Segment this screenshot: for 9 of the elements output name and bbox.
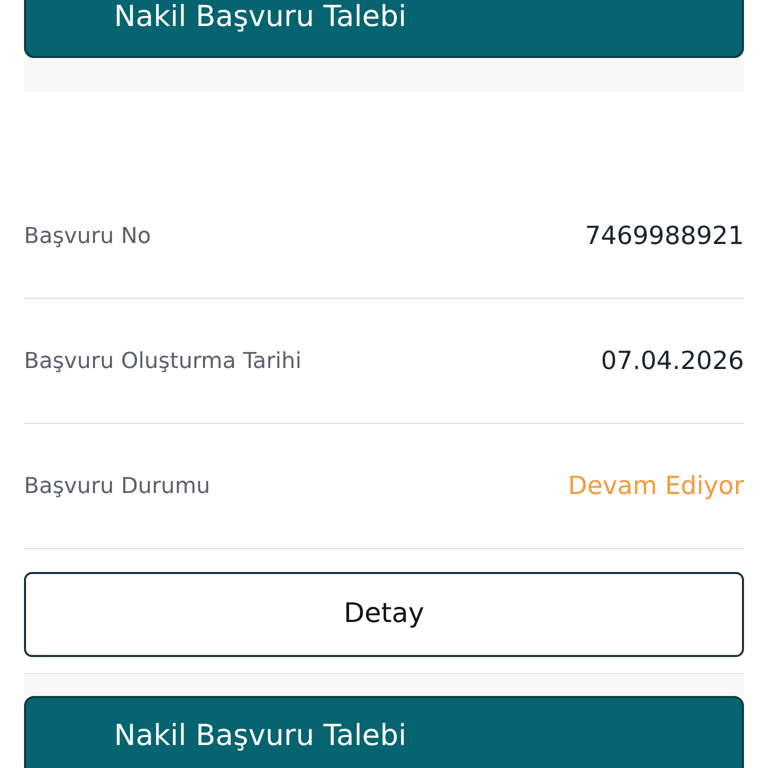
card-title: Nakil Başvuru Talebi: [114, 0, 406, 36]
detail-label: Başvuru No: [24, 222, 151, 250]
detail-button[interactable]: Detay: [24, 572, 744, 657]
detail-label: Başvuru Oluşturma Tarihi: [24, 348, 302, 376]
card-title: Nakil Başvuru Talebi: [114, 717, 406, 754]
status-value: Devam Ediyor: [568, 470, 744, 502]
detail-value: 07.04.2026: [600, 345, 744, 378]
detail-value: 7469988921: [584, 220, 744, 252]
detail-label: Başvuru Durumu: [24, 472, 210, 500]
